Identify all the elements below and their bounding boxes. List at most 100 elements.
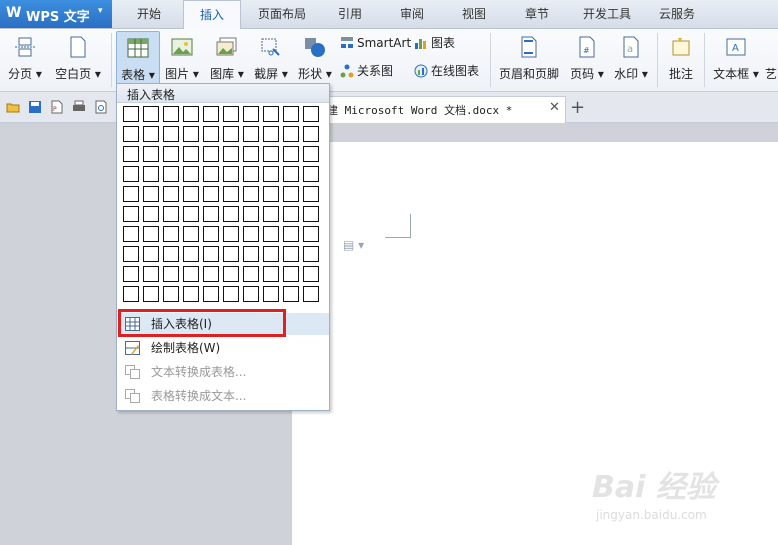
export-pdf-icon[interactable]: P — [50, 100, 64, 114]
grid-cell[interactable] — [143, 226, 159, 242]
grid-cell[interactable] — [223, 106, 239, 122]
art-text-button[interactable]: 艺 — [764, 31, 778, 87]
grid-cell[interactable] — [203, 126, 219, 142]
tab-cloud[interactable]: 云服务 — [646, 0, 708, 28]
grid-cell[interactable] — [283, 106, 299, 122]
tab-view[interactable]: 视图 — [446, 0, 502, 28]
table-to-text-item[interactable]: 表格转换成文本... — [117, 385, 329, 407]
grid-cell[interactable] — [203, 246, 219, 262]
grid-cell[interactable] — [243, 286, 259, 302]
watermark-button[interactable]: a 水印 ▾ — [610, 31, 652, 87]
grid-cell[interactable] — [163, 186, 179, 202]
grid-cell[interactable] — [183, 266, 199, 282]
grid-cell[interactable] — [183, 186, 199, 202]
text-to-table-item[interactable]: 文本转换成表格... — [117, 361, 329, 383]
grid-cell[interactable] — [123, 186, 139, 202]
grid-cell[interactable] — [263, 146, 279, 162]
grid-cell[interactable] — [163, 126, 179, 142]
grid-cell[interactable] — [203, 226, 219, 242]
grid-cell[interactable] — [303, 146, 319, 162]
grid-cell[interactable] — [283, 206, 299, 222]
grid-cell[interactable] — [143, 246, 159, 262]
grid-cell[interactable] — [243, 266, 259, 282]
grid-cell[interactable] — [263, 106, 279, 122]
grid-cell[interactable] — [123, 106, 139, 122]
blank-page-button[interactable]: 空白页 ▾ — [50, 31, 106, 87]
draw-table-item[interactable]: 绘制表格(W) — [117, 337, 329, 359]
header-footer-button[interactable]: 页眉和页脚 — [496, 31, 562, 87]
grid-cell[interactable] — [223, 246, 239, 262]
grid-cell[interactable] — [263, 166, 279, 182]
grid-cell[interactable] — [263, 186, 279, 202]
tab-page-layout[interactable]: 页面布局 — [246, 0, 318, 28]
grid-cell[interactable] — [123, 146, 139, 162]
document-tab[interactable]: 建 Microsoft Word 文档.docx * ✕ — [318, 96, 566, 123]
picture-button[interactable]: 图片 ▾ — [160, 31, 204, 87]
tab-developer[interactable]: 开发工具 — [572, 0, 642, 28]
grid-cell[interactable] — [203, 186, 219, 202]
open-folder-icon[interactable] — [6, 100, 20, 114]
grid-cell[interactable] — [183, 146, 199, 162]
grid-cell[interactable] — [183, 226, 199, 242]
paragraph-options-icon[interactable]: ▤ ▾ — [343, 238, 364, 252]
grid-cell[interactable] — [183, 246, 199, 262]
grid-cell[interactable] — [243, 126, 259, 142]
tab-start[interactable]: 开始 — [118, 0, 180, 28]
grid-cell[interactable] — [203, 206, 219, 222]
smartart-button[interactable]: SmartArt — [340, 33, 411, 53]
grid-cell[interactable] — [263, 246, 279, 262]
grid-cell[interactable] — [243, 106, 259, 122]
grid-cell[interactable] — [283, 286, 299, 302]
shapes-button[interactable]: 形状 ▾ — [294, 31, 336, 87]
relation-chart-button[interactable]: 关系图 — [340, 61, 393, 81]
grid-cell[interactable] — [223, 166, 239, 182]
table-button[interactable]: 表格 ▾ — [116, 31, 160, 89]
new-tab-icon[interactable]: + — [570, 97, 585, 118]
grid-cell[interactable] — [143, 166, 159, 182]
grid-cell[interactable] — [303, 266, 319, 282]
grid-cell[interactable] — [143, 286, 159, 302]
grid-cell[interactable] — [223, 266, 239, 282]
grid-cell[interactable] — [223, 126, 239, 142]
grid-cell[interactable] — [283, 186, 299, 202]
grid-cell[interactable] — [203, 286, 219, 302]
grid-cell[interactable] — [183, 286, 199, 302]
grid-cell[interactable] — [203, 146, 219, 162]
grid-cell[interactable] — [183, 126, 199, 142]
grid-cell[interactable] — [283, 146, 299, 162]
grid-cell[interactable] — [263, 126, 279, 142]
page-number-button[interactable]: # 页码 ▾ — [566, 31, 608, 87]
grid-cell[interactable] — [303, 106, 319, 122]
grid-cell[interactable] — [123, 206, 139, 222]
grid-cell[interactable] — [243, 246, 259, 262]
grid-cell[interactable] — [303, 166, 319, 182]
grid-cell[interactable] — [203, 266, 219, 282]
grid-cell[interactable] — [163, 146, 179, 162]
grid-cell[interactable] — [303, 186, 319, 202]
app-menu-button[interactable]: W WPS 文字 ▾ — [0, 0, 112, 28]
grid-cell[interactable] — [223, 226, 239, 242]
grid-cell[interactable] — [303, 246, 319, 262]
print-icon[interactable] — [72, 100, 86, 114]
grid-cell[interactable] — [123, 226, 139, 242]
grid-cell[interactable] — [143, 266, 159, 282]
grid-cell[interactable] — [163, 166, 179, 182]
print-preview-icon[interactable] — [94, 100, 108, 114]
grid-cell[interactable] — [243, 226, 259, 242]
grid-cell[interactable] — [263, 286, 279, 302]
grid-cell[interactable] — [143, 206, 159, 222]
grid-cell[interactable] — [143, 146, 159, 162]
grid-cell[interactable] — [303, 286, 319, 302]
textbox-button[interactable]: A 文本框 ▾ — [710, 31, 762, 87]
grid-cell[interactable] — [123, 286, 139, 302]
grid-cell[interactable] — [163, 286, 179, 302]
grid-cell[interactable] — [303, 126, 319, 142]
grid-cell[interactable] — [123, 126, 139, 142]
screenshot-button[interactable]: 截屏 ▾ — [250, 31, 292, 87]
grid-cell[interactable] — [163, 246, 179, 262]
grid-cell[interactable] — [303, 226, 319, 242]
tab-review[interactable]: 审阅 — [384, 0, 440, 28]
grid-cell[interactable] — [263, 266, 279, 282]
grid-cell[interactable] — [183, 206, 199, 222]
grid-cell[interactable] — [203, 106, 219, 122]
